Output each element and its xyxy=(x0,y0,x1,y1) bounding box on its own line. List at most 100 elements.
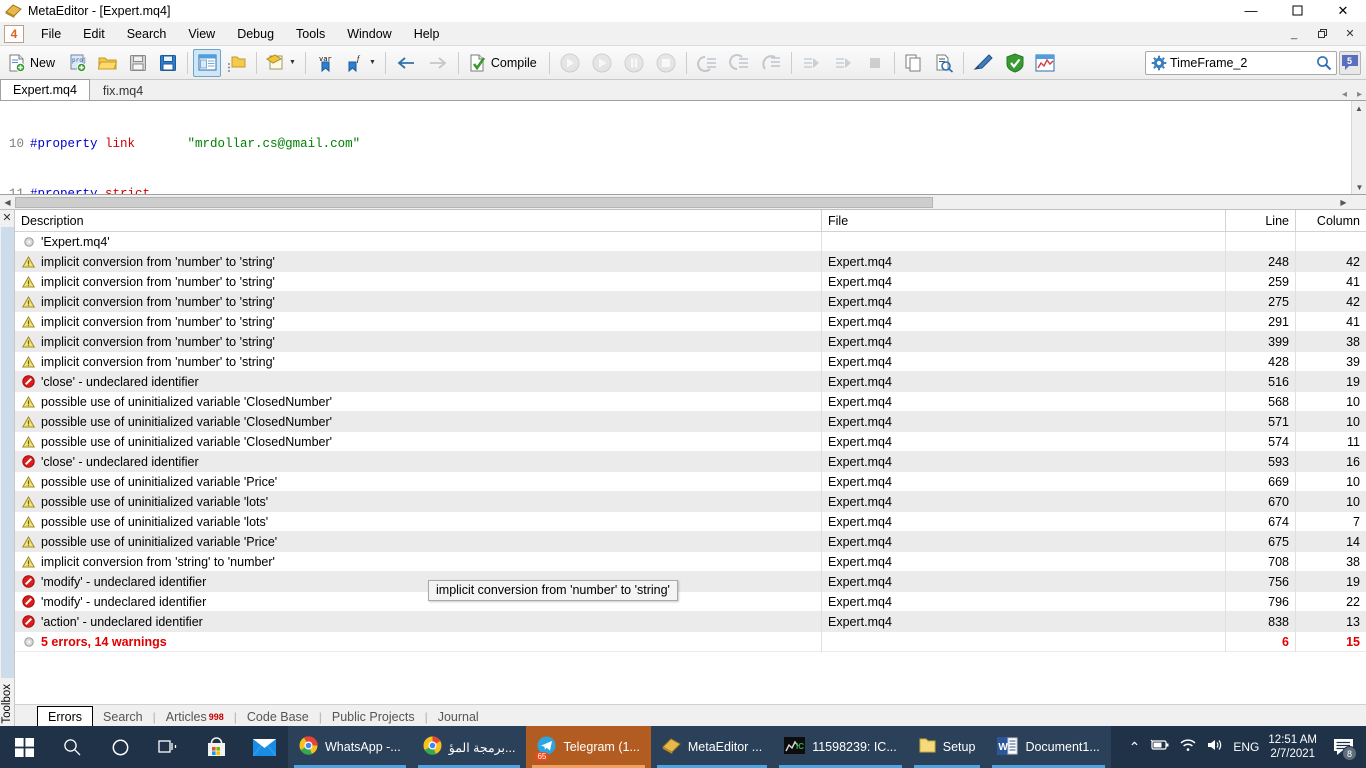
bookmark-button[interactable]: ▼ xyxy=(262,49,300,77)
taskbar-clock[interactable]: 12:51 AM 2/7/2021 xyxy=(1268,733,1317,761)
taskbar-app-metaeditor[interactable]: MetaEditor ... xyxy=(651,726,773,768)
editor-vertical-scrollbar[interactable]: ▲ ▼ xyxy=(1351,101,1366,195)
start-button[interactable] xyxy=(587,49,617,77)
breakpoints-list-button[interactable] xyxy=(829,49,859,77)
cortana-circle-icon[interactable] xyxy=(96,726,144,768)
metatrader-button[interactable] xyxy=(1031,49,1059,77)
scroll-thumb[interactable] xyxy=(15,197,933,208)
tab-next-button[interactable]: ▸ xyxy=(1357,89,1362,100)
table-row[interactable]: 'action' - undeclared identifierExpert.m… xyxy=(15,612,1366,632)
open-button[interactable] xyxy=(94,49,122,77)
settings-gear-icon[interactable] xyxy=(1148,55,1170,71)
search-icon[interactable] xyxy=(48,726,96,768)
close-icon[interactable]: ✕ xyxy=(2,210,11,224)
scroll-right-arrow[interactable]: ▶ xyxy=(1336,198,1351,207)
stop-button[interactable] xyxy=(651,49,681,77)
toolbox-tab-code-base[interactable]: Code Base xyxy=(237,707,319,727)
table-row[interactable]: possible use of uninitialized variable '… xyxy=(15,412,1366,432)
menu-item-search[interactable]: Search xyxy=(116,25,178,43)
microsoft-store-icon[interactable] xyxy=(192,726,240,768)
step-out-button[interactable] xyxy=(756,49,786,77)
table-row[interactable]: implicit conversion from 'number' to 'st… xyxy=(15,252,1366,272)
menu-item-tools[interactable]: Tools xyxy=(285,25,336,43)
errors-summary-row[interactable]: 5 errors, 14 warnings615 xyxy=(15,632,1366,652)
editor-tab-expert[interactable]: Expert.mq4 xyxy=(0,79,90,100)
search-input[interactable] xyxy=(1170,53,1312,73)
magnifier-icon[interactable] xyxy=(1312,55,1336,71)
table-row[interactable]: implicit conversion from 'number' to 'st… xyxy=(15,312,1366,332)
battery-icon[interactable] xyxy=(1149,738,1170,757)
table-row[interactable]: 'close' - undeclared identifierExpert.mq… xyxy=(15,452,1366,472)
functions-button[interactable]: f ▼ xyxy=(341,49,380,77)
close-button[interactable]: ✕ xyxy=(1320,0,1366,22)
navigator-button[interactable] xyxy=(193,49,221,77)
save-all-button[interactable] xyxy=(154,49,182,77)
maximize-button[interactable] xyxy=(1274,0,1320,22)
code-editor[interactable]: 10#property link "mrdollar.cs@gmail.com"… xyxy=(0,101,1366,195)
new-file-button[interactable]: New xyxy=(3,49,62,77)
copy-button[interactable] xyxy=(900,49,928,77)
chevron-down-icon[interactable]: ▼ xyxy=(368,59,376,66)
scroll-left-arrow[interactable]: ◀ xyxy=(0,198,15,207)
notification-icon[interactable]: 8 xyxy=(1326,726,1360,768)
table-row[interactable]: possible use of uninitialized variable '… xyxy=(15,392,1366,412)
column-header-description[interactable]: Description xyxy=(15,210,821,232)
compile-button[interactable]: Compile xyxy=(464,49,544,77)
table-row[interactable]: 'close' - undeclared identifierExpert.mq… xyxy=(15,372,1366,392)
toolbox-rail-label[interactable]: Toolbox xyxy=(1,678,13,728)
toolbox-tab-articles[interactable]: Articles998 xyxy=(156,707,234,727)
debug-history-button[interactable] xyxy=(555,49,585,77)
errors-group-row[interactable]: 'Expert.mq4' xyxy=(15,232,1366,252)
column-header-file[interactable]: File xyxy=(821,210,1225,232)
taskbar-app-metatrader[interactable]: IC 11598239: IC... xyxy=(773,726,908,768)
styler-button[interactable] xyxy=(969,49,999,77)
table-row[interactable]: possible use of uninitialized variable '… xyxy=(15,472,1366,492)
scroll-up-arrow[interactable]: ▲ xyxy=(1352,101,1366,116)
table-row[interactable]: possible use of uninitialized variable '… xyxy=(15,532,1366,552)
mdi-document-icon[interactable]: 4 xyxy=(4,25,24,43)
step-into-button[interactable] xyxy=(692,49,722,77)
scroll-down-arrow[interactable]: ▼ xyxy=(1352,180,1366,195)
column-header-line[interactable]: Line xyxy=(1225,210,1295,232)
mdi-maximize-button[interactable] xyxy=(1308,24,1336,44)
tab-prev-button[interactable]: ◂ xyxy=(1342,89,1347,100)
back-button[interactable] xyxy=(391,49,421,77)
column-header-column[interactable]: Column xyxy=(1295,210,1366,232)
toolbox-tab-search[interactable]: Search xyxy=(93,707,153,727)
editor-horizontal-scrollbar[interactable]: ◀ ▶ xyxy=(0,195,1366,210)
table-row[interactable]: possible use of uninitialized variable '… xyxy=(15,512,1366,532)
toolbox-tab-errors[interactable]: Errors xyxy=(37,706,93,727)
forward-button[interactable] xyxy=(423,49,453,77)
step-over-button[interactable] xyxy=(724,49,754,77)
menu-item-edit[interactable]: Edit xyxy=(72,25,116,43)
windows-start-icon[interactable] xyxy=(0,726,48,768)
community-messages-button[interactable]: 5 xyxy=(1339,51,1361,75)
menu-item-help[interactable]: Help xyxy=(403,25,451,43)
menu-item-debug[interactable]: Debug xyxy=(226,25,285,43)
taskbar-app-chrome-arabic[interactable]: برمجة المؤ... xyxy=(412,726,527,768)
wifi-icon[interactable] xyxy=(1179,738,1197,757)
table-row[interactable]: implicit conversion from 'number' to 'st… xyxy=(15,292,1366,312)
table-row[interactable]: possible use of uninitialized variable '… xyxy=(15,492,1366,512)
checkup-button[interactable] xyxy=(1001,49,1029,77)
taskbar-app-telegram[interactable]: 65 Telegram (1... xyxy=(526,726,650,768)
taskbar-app-whatsapp[interactable]: WhatsApp -... xyxy=(288,726,412,768)
pause-button[interactable] xyxy=(619,49,649,77)
task-view-icon[interactable] xyxy=(144,726,192,768)
editor-tab-fix[interactable]: fix.mq4 xyxy=(90,80,156,100)
new-project-button[interactable]: proj xyxy=(64,49,92,77)
taskbar-app-setup[interactable]: Setup xyxy=(908,726,987,768)
menu-item-file[interactable]: File xyxy=(30,25,72,43)
tray-expand-chevron-icon[interactable]: ⌃ xyxy=(1129,739,1141,756)
table-row[interactable]: implicit conversion from 'number' to 'st… xyxy=(15,332,1366,352)
menu-item-view[interactable]: View xyxy=(177,25,226,43)
save-button[interactable] xyxy=(124,49,152,77)
table-row[interactable]: implicit conversion from 'string' to 'nu… xyxy=(15,552,1366,572)
table-row[interactable]: possible use of uninitialized variable '… xyxy=(15,432,1366,452)
page-search-button[interactable] xyxy=(930,49,958,77)
variables-button[interactable]: var xyxy=(311,49,339,77)
mdi-restore-button[interactable]: _ xyxy=(1280,24,1308,44)
volume-icon[interactable] xyxy=(1206,738,1224,757)
taskbar-app-word[interactable]: W Document1... xyxy=(986,726,1110,768)
table-row[interactable]: implicit conversion from 'number' to 'st… xyxy=(15,272,1366,292)
